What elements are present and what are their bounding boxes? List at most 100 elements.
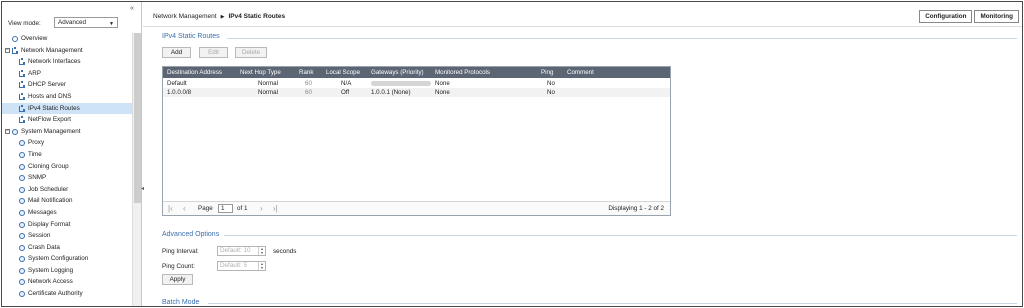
gear-icon xyxy=(19,151,25,158)
sidebar-item-label: Crash Data xyxy=(28,243,60,251)
table-header: Destination Address Next Hop Type Rank Loca… xyxy=(163,67,670,78)
sidebar-item-messages[interactable]: Messages xyxy=(2,207,132,219)
sidebar-item-system-management[interactable]: − System Management xyxy=(2,126,132,138)
gear-icon xyxy=(19,291,25,298)
tab-monitoring[interactable]: Monitoring xyxy=(974,10,1019,23)
ping-count-placeholder: Default: 5 xyxy=(220,262,247,269)
sidebar-item-label: Proxy xyxy=(28,139,45,147)
view-mode-select[interactable]: Advanced ▼ xyxy=(54,17,118,28)
sidebar-item-network-access[interactable]: Network Access xyxy=(2,276,132,288)
sidebar-item-label: SNMP xyxy=(28,174,47,182)
sidebar-item-label: Cloning Group xyxy=(28,162,69,170)
scrollbar-thumb[interactable] xyxy=(134,33,141,203)
sidebar-item-session[interactable]: Session xyxy=(2,230,132,242)
sidebar-item-ipv4-static-routes[interactable]: IPv4 Static Routes xyxy=(2,102,132,115)
sidebar-item-label: Overview xyxy=(21,35,48,42)
table-cell-scope: Off xyxy=(341,89,350,96)
last-page-icon[interactable]: ›| xyxy=(273,202,278,215)
column-header[interactable]: Next Hop Type xyxy=(240,67,281,78)
sidebar-item-overview[interactable]: Overview xyxy=(2,33,132,45)
column-header[interactable]: Ping xyxy=(541,67,553,78)
gear-icon xyxy=(19,163,25,170)
ping-count-input[interactable]: Default: 5 ▲ ▼ xyxy=(217,261,266,271)
sidebar-item-job-scheduler[interactable]: Job Scheduler xyxy=(2,184,132,196)
column-header[interactable]: Gateways (Priority) xyxy=(371,67,424,78)
sidebar-item-crash-data[interactable]: Crash Data xyxy=(2,242,132,254)
gear-icon xyxy=(19,244,25,251)
sidebar-item-netflow-export[interactable]: NetFlow Export xyxy=(2,114,132,126)
page-label: Page xyxy=(198,205,213,212)
sidebar-item-system-configuration[interactable]: System Configuration xyxy=(2,253,132,265)
section-divider xyxy=(227,38,1017,39)
breadcrumb: Network Management ▶ IPv4 Static Routes xyxy=(153,13,285,20)
page-number-input[interactable]: 1 xyxy=(218,204,233,213)
routes-section-title: IPv4 Static Routes xyxy=(162,33,220,40)
pagination-bar: |‹ ‹ Page 1 of 1 › ›| Displaying 1 - 2 o… xyxy=(163,201,670,215)
sidebar-item-snmp[interactable]: SNMP xyxy=(2,172,132,184)
sidebar-item-label: Network Interfaces xyxy=(28,58,81,66)
sidebar-item-hosts-and-dns[interactable]: Hosts and DNS xyxy=(2,91,132,103)
spinner-arrows-icon[interactable]: ▲ ▼ xyxy=(258,247,265,255)
tab-configuration[interactable]: Configuration xyxy=(919,10,973,23)
gear-icon xyxy=(19,186,25,193)
collapse-node-icon[interactable]: − xyxy=(5,47,10,53)
column-header[interactable]: Monitored Protocols xyxy=(435,67,490,78)
sidebar-item-time[interactable]: Time xyxy=(2,149,132,161)
sidebar-item-mail-notification[interactable]: Mail Notification xyxy=(2,195,132,207)
collapse-sidebar-icon[interactable]: « xyxy=(130,5,134,12)
ping-interval-unit: seconds xyxy=(273,248,297,255)
ping-interval-placeholder: Default: 10 xyxy=(220,247,251,254)
sidebar-item-label: Network Access xyxy=(28,278,73,286)
sidebar-scrollbar[interactable] xyxy=(132,33,141,306)
network-icon xyxy=(19,69,25,77)
ping-interval-input[interactable]: Default: 10 ▲ ▼ xyxy=(217,246,266,256)
prev-page-icon[interactable]: ‹ xyxy=(183,202,186,215)
sidebar-item-display-format[interactable]: Display Format xyxy=(2,219,132,231)
add-button[interactable]: Add xyxy=(162,47,191,58)
column-header[interactable]: Destination Address xyxy=(167,67,222,78)
ping-count-label: Ping Count: xyxy=(162,263,195,270)
sidebar-item-label: System Configuration xyxy=(28,255,89,263)
sidebar-item-cloning-group[interactable]: Cloning Group xyxy=(2,161,132,173)
table-cell-scope: N/A xyxy=(341,80,352,87)
column-header[interactable]: Rank xyxy=(299,67,313,78)
sidebar-item-dhcp-server[interactable]: DHCP Server xyxy=(2,79,132,91)
table-cell-hop: Normal xyxy=(258,89,278,96)
gear-icon xyxy=(19,267,25,274)
spinner-arrows-icon[interactable]: ▲ ▼ xyxy=(258,262,265,270)
first-page-icon[interactable]: |‹ xyxy=(168,202,173,215)
header-divider xyxy=(143,26,1022,27)
section-divider xyxy=(208,303,1017,304)
sidebar-item-label: ARP xyxy=(28,69,41,77)
table-row[interactable]: 1.0.0.0/8 Normal 60 Off 1.0.0.1 (None) None No xyxy=(163,88,670,97)
column-header[interactable]: Comment xyxy=(567,67,594,78)
sidebar-item-label: IPv4 Static Routes xyxy=(28,104,80,112)
sidebar-item-label: Certificate Authority xyxy=(28,290,83,298)
sidebar-item-arp[interactable]: ARP xyxy=(2,68,132,80)
table-cell-ping: No xyxy=(547,80,555,87)
advanced-section-title: Advanced Options xyxy=(162,231,220,238)
sidebar-item-label: Messages xyxy=(28,208,57,216)
table-cell-protocols: None xyxy=(435,80,450,87)
sidebar-item-certificate-authority[interactable]: Certificate Authority xyxy=(2,288,132,300)
view-tabs: Configuration Monitoring xyxy=(919,10,1019,23)
section-divider xyxy=(224,235,1017,236)
gear-icon xyxy=(19,233,25,240)
gear-icon xyxy=(19,198,25,205)
collapse-node-icon[interactable]: − xyxy=(5,128,10,134)
table-cell-dest: Default xyxy=(167,80,187,87)
sidebar-item-proxy[interactable]: Proxy xyxy=(2,137,132,149)
column-header[interactable]: Local Scope xyxy=(326,67,360,78)
breadcrumb-parent[interactable]: Network Management xyxy=(153,13,217,20)
edit-button[interactable]: Edit xyxy=(199,47,228,58)
table-cell-gateways: 1.0.0.1 (None) xyxy=(371,89,411,96)
next-page-icon[interactable]: › xyxy=(260,202,263,215)
sidebar-item-network-interfaces[interactable]: Network Interfaces xyxy=(2,56,132,68)
sidebar-item-label: Session xyxy=(28,232,51,240)
sidebar-item-network-management[interactable]: − Network Management xyxy=(2,45,132,57)
delete-button[interactable]: Delete xyxy=(235,47,267,58)
view-mode-value: Advanced xyxy=(58,19,87,26)
sidebar-item-system-logging[interactable]: System Logging xyxy=(2,265,132,277)
table-row[interactable]: Default Normal 60 N/A None No xyxy=(163,79,670,88)
apply-button[interactable]: Apply xyxy=(162,274,193,285)
